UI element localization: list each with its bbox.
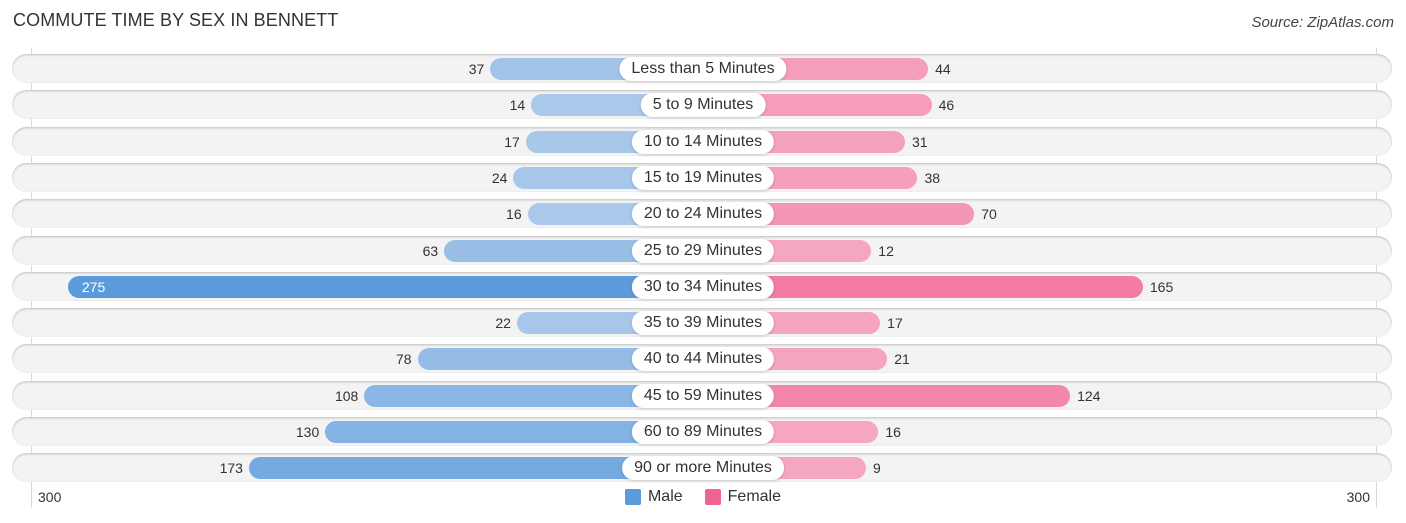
legend: Male Female	[0, 488, 1406, 506]
value-label-male: 78	[395, 351, 412, 367]
legend-item-male[interactable]: Male	[624, 488, 683, 506]
value-label-female: 44	[935, 61, 951, 77]
value-label-female: 16	[885, 424, 901, 440]
category-label: Less than 5 Minutes	[619, 57, 787, 81]
value-label-male: 63	[422, 243, 439, 259]
bar-male[interactable]	[67, 276, 703, 298]
legend-label-female: Female	[727, 488, 782, 505]
value-label-female: 17	[887, 315, 903, 331]
value-label-female: 46	[938, 97, 955, 113]
legend-swatch-male	[624, 489, 641, 505]
category-label: 90 or more Minutes	[622, 456, 784, 480]
legend-item-female[interactable]: Female	[704, 488, 782, 506]
category-label: 60 to 89 Minutes	[631, 420, 775, 444]
value-label-male: 275	[81, 279, 106, 295]
value-label-male: 37	[468, 61, 485, 77]
category-label: 45 to 59 Minutes	[631, 384, 775, 408]
value-label-male: 130	[295, 424, 320, 440]
value-label-male: 16	[506, 206, 522, 222]
legend-label-male: Male	[647, 488, 683, 505]
value-label-male: 108	[334, 388, 359, 404]
value-label-male: 22	[495, 315, 511, 331]
value-label-female: 31	[912, 134, 928, 150]
value-label-female: 12	[878, 243, 894, 259]
category-label: 30 to 34 Minutes	[631, 275, 775, 299]
value-label-male: 24	[491, 170, 508, 186]
value-label-female: 70	[981, 206, 997, 222]
value-label-male: 17	[504, 134, 520, 150]
category-label: 35 to 39 Minutes	[631, 311, 775, 335]
value-label-female: 38	[924, 170, 941, 186]
value-label-female: 124	[1077, 388, 1101, 404]
category-label: 10 to 14 Minutes	[631, 130, 775, 154]
category-label: 25 to 29 Minutes	[631, 239, 775, 263]
value-label-female: 9	[872, 460, 881, 476]
category-label: 5 to 9 Minutes	[640, 93, 766, 117]
category-label: 20 to 24 Minutes	[631, 202, 775, 226]
category-label: 40 to 44 Minutes	[631, 347, 775, 371]
value-label-male: 14	[509, 97, 526, 113]
legend-swatch-female	[704, 489, 721, 505]
value-label-male: 173	[219, 460, 243, 476]
value-label-female: 165	[1149, 279, 1174, 295]
category-label: 15 to 19 Minutes	[631, 166, 775, 190]
source-label: Source: ZipAtlas.com	[1251, 14, 1394, 31]
chart-title: COMMUTE TIME BY SEX IN BENNETT	[13, 10, 339, 30]
value-label-female: 21	[894, 351, 910, 367]
